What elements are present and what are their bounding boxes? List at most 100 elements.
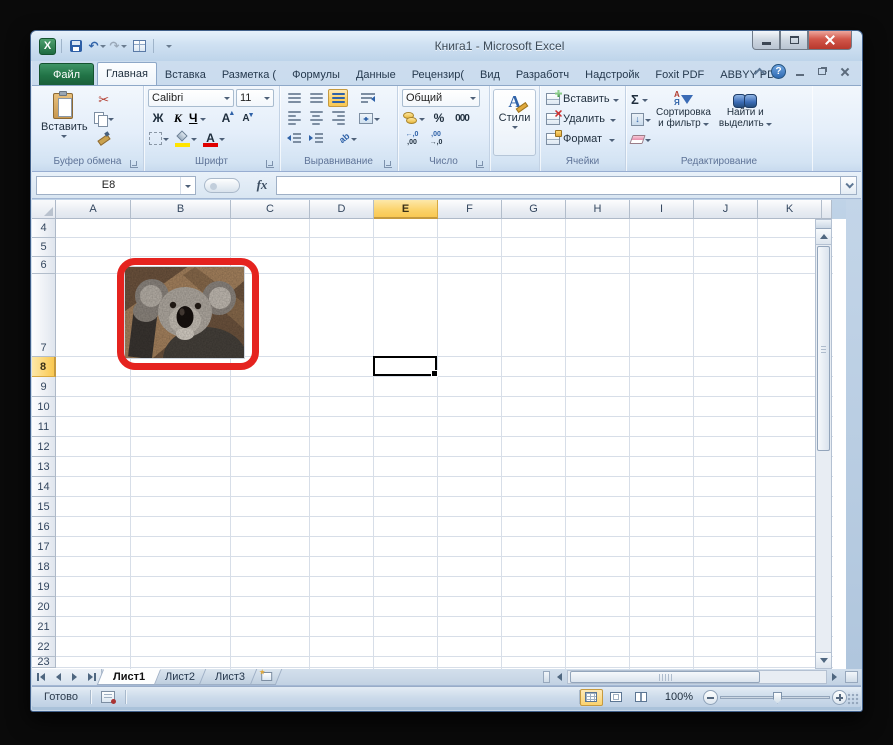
excel-logo-icon[interactable]: X [39, 38, 56, 55]
merge-center-button[interactable] [358, 109, 381, 127]
align-top-button[interactable] [284, 89, 304, 107]
dialog-launcher-icon[interactable] [266, 160, 274, 168]
row-header-8[interactable]: 8 [32, 357, 56, 377]
save-button[interactable] [67, 38, 85, 55]
normal-view-button[interactable] [580, 689, 603, 706]
horizontal-scrollbar[interactable] [567, 670, 827, 684]
row-header-15[interactable]: 15 [32, 497, 56, 517]
row-header-10[interactable]: 10 [32, 397, 56, 417]
row-header-5[interactable]: 5 [32, 238, 56, 257]
ribbon-tab-рецензир-[interactable]: Рецензир( [404, 64, 472, 85]
sheet-tab-лист1[interactable]: Лист1 [97, 669, 162, 685]
page-break-view-button[interactable] [630, 689, 653, 706]
fill-button[interactable]: ↓ [630, 110, 652, 128]
scroll-left-button[interactable] [552, 669, 567, 685]
row-header-6[interactable]: 6 [32, 257, 56, 274]
ribbon-tab-надстройк[interactable]: Надстройк [577, 64, 647, 85]
font-color-button[interactable]: А [202, 129, 226, 147]
column-header-E[interactable]: E [374, 200, 438, 219]
resize-grip[interactable] [846, 692, 859, 705]
font-size-select[interactable]: 11 [236, 89, 274, 107]
split-handle[interactable] [816, 220, 831, 229]
last-sheet-button[interactable] [83, 671, 98, 684]
ribbon-tab-данные[interactable]: Данные [348, 64, 404, 85]
orientation-button[interactable]: ab [338, 129, 358, 147]
row-header-21[interactable]: 21 [32, 617, 56, 637]
row-header-11[interactable]: 11 [32, 417, 56, 437]
touch-mode-button[interactable] [130, 38, 148, 55]
zoom-in-button[interactable] [832, 690, 847, 705]
insert-function-button[interactable]: fx [248, 177, 276, 193]
scroll-right-button[interactable] [827, 669, 842, 685]
increase-decimal-button[interactable]: ←,0,00 [402, 129, 422, 147]
horizontal-split-handle[interactable] [845, 671, 858, 683]
column-header-D[interactable]: D [310, 200, 374, 219]
comma-style-button[interactable]: 000 [452, 109, 472, 127]
dialog-launcher-icon[interactable] [476, 160, 484, 168]
row-header-12[interactable]: 12 [32, 437, 56, 457]
tab-split-handle[interactable] [543, 671, 550, 683]
tab-file[interactable]: Файл [39, 63, 94, 85]
format-painter-button[interactable] [93, 127, 115, 145]
copy-button[interactable] [93, 109, 115, 127]
help-button[interactable]: ? [771, 64, 786, 79]
horizontal-scroll-thumb[interactable] [570, 671, 760, 683]
page-layout-view-button[interactable] [605, 689, 628, 706]
cut-button[interactable]: ✂ [93, 91, 115, 109]
ribbon-tab-вид[interactable]: Вид [472, 64, 508, 85]
dialog-launcher-icon[interactable] [130, 160, 138, 168]
row-header-23[interactable]: 23 [32, 657, 56, 668]
borders-button[interactable] [148, 129, 170, 147]
column-header-J[interactable]: J [694, 200, 758, 219]
cell-styles-button[interactable]: А Стили [493, 89, 537, 156]
undo-button[interactable]: ↶ [88, 38, 106, 55]
zoom-track[interactable] [720, 696, 830, 699]
align-bottom-button[interactable] [328, 89, 348, 107]
workbook-minimize-button[interactable] [792, 65, 808, 78]
ribbon-tab-формулы[interactable]: Формулы [284, 64, 348, 85]
align-middle-button[interactable] [306, 89, 326, 107]
column-header-B[interactable]: B [131, 200, 231, 219]
ribbon-tab-вставка[interactable]: Вставка [157, 64, 214, 85]
row-header-19[interactable]: 19 [32, 577, 56, 597]
decrease-decimal-button[interactable]: ,00→,0 [426, 129, 446, 147]
vertical-scrollbar[interactable] [815, 219, 832, 669]
ribbon-tab-главная[interactable]: Главная [97, 62, 157, 85]
customize-qat-button[interactable] [159, 38, 177, 55]
column-header-C[interactable]: C [231, 200, 310, 219]
accounting-format-button[interactable] [402, 109, 426, 127]
fill-color-button[interactable] [174, 129, 198, 147]
sort-filter-button[interactable]: АЯ Сортировка и фильтр [652, 89, 715, 156]
column-header-A[interactable]: A [56, 200, 131, 219]
number-format-select[interactable]: Общий [402, 89, 480, 107]
close-button[interactable] [808, 31, 852, 50]
workbook-restore-button[interactable] [814, 65, 830, 78]
selected-cell-e8[interactable] [373, 356, 437, 376]
italic-button[interactable]: К [168, 109, 188, 127]
zoom-out-button[interactable] [703, 690, 718, 705]
align-right-button[interactable] [328, 109, 348, 127]
clear-button[interactable] [630, 130, 652, 148]
name-box-dropdown[interactable] [180, 177, 195, 194]
wrap-text-button[interactable] [358, 89, 378, 107]
align-center-button[interactable] [306, 109, 326, 127]
column-header-I[interactable]: I [630, 200, 694, 219]
increase-indent-button[interactable] [306, 129, 326, 147]
row-header-14[interactable]: 14 [32, 477, 56, 497]
ribbon-tab-разработч[interactable]: Разработч [508, 64, 577, 85]
maximize-button[interactable] [780, 31, 808, 50]
column-header-H[interactable]: H [566, 200, 630, 219]
font-family-select[interactable]: Calibri [148, 89, 234, 107]
first-sheet-button[interactable] [35, 671, 50, 684]
row-header-13[interactable]: 13 [32, 457, 56, 477]
column-header-K[interactable]: K [758, 200, 822, 219]
row-header-17[interactable]: 17 [32, 537, 56, 557]
scroll-up-button[interactable] [816, 229, 831, 245]
row-header-7[interactable]: 7 [32, 274, 56, 357]
prev-sheet-button[interactable] [51, 671, 66, 684]
scroll-down-button[interactable] [816, 652, 831, 668]
row-header-20[interactable]: 20 [32, 597, 56, 617]
row-header-16[interactable]: 16 [32, 517, 56, 537]
next-sheet-button[interactable] [67, 671, 82, 684]
paste-button[interactable]: Вставить [36, 89, 93, 156]
